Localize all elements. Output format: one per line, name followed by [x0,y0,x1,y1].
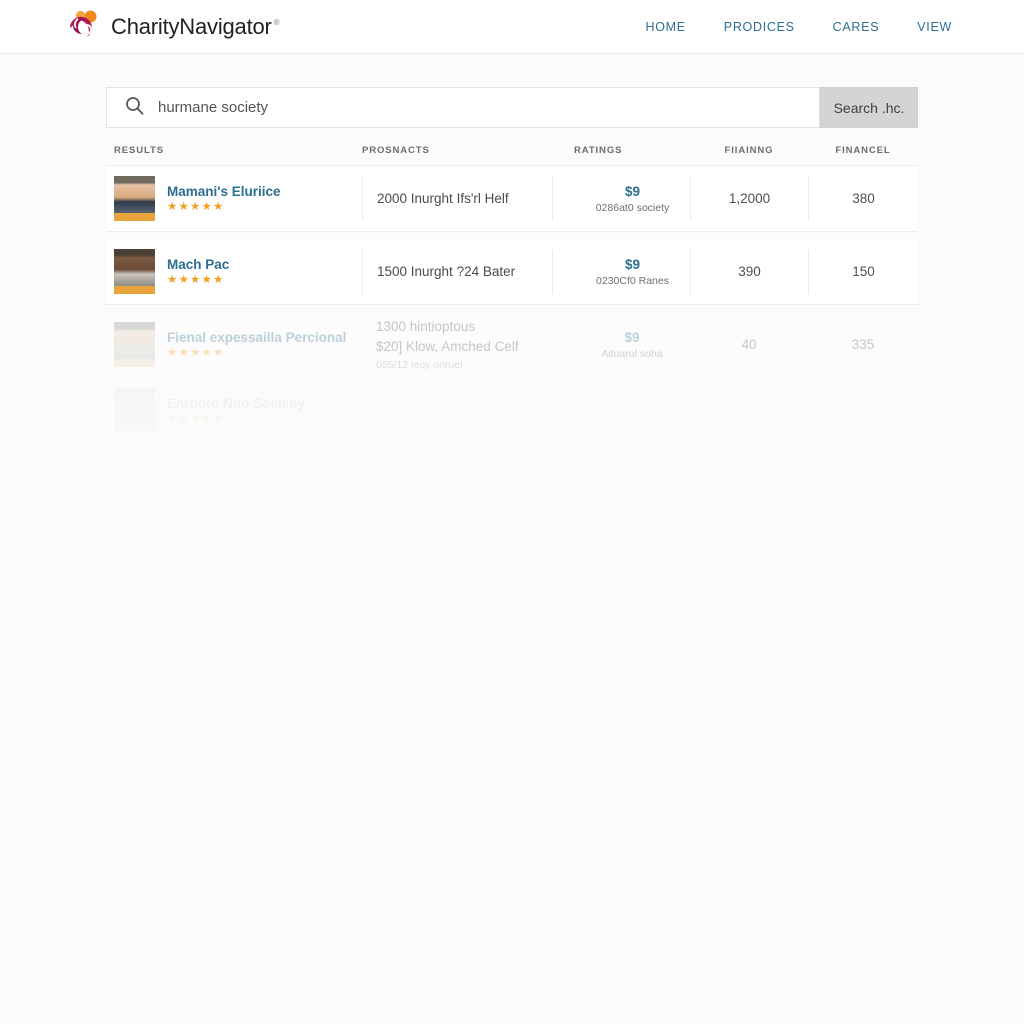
search-button[interactable]: Search .hc. [820,87,918,128]
financing-cell: 1,2000 [690,176,808,221]
table-header-row: RESULTS PROSNACTS RATINGS FIIAINNG FINAN… [106,136,918,166]
org-meta: Fienal expessailla Percional ★★★★★ [167,330,346,360]
prospect-text-line2: $20] Klow, Amched Celf [376,338,519,354]
rating-cell: $9 Aituarol soha [552,330,690,360]
nav-item-prodices[interactable]: PRODICES [724,20,795,34]
brand-title-part1: Charity [111,13,180,39]
star-rating-icon: ★★★★★ [167,412,225,425]
avatar-badge-band [114,213,155,221]
star-rating-icon: ★★★★★ [167,273,225,286]
financing-cell: 390 [690,249,808,294]
site-header: CharityNavigator ® HOME PRODICES CARES VI… [0,0,1024,54]
financial-cell: 335 [851,337,875,352]
page-root: CharityNavigator ® HOME PRODICES CARES VI… [0,0,1024,1024]
results-table: RESULTS PROSNACTS RATINGS FIIAINNG FINAN… [106,136,918,444]
main-navigation: HOME PRODICES CARES VIEW [645,20,952,34]
star-rating-icon: ★★★★★ [167,200,225,213]
rating-cell: $9 0230Cf0 Ranes [552,249,690,294]
financing-cell: 40 [741,337,757,352]
nav-item-home[interactable]: HOME [645,20,685,34]
avatar [114,176,155,221]
table-row[interactable]: Fienal expessailla Percional ★★★★★ 1300 … [106,312,918,378]
rating-value: $9 [624,183,641,199]
rating-subtext: 0230Cf0 Ranes [596,274,669,287]
avatar-badge-band [114,286,155,294]
org-name-link[interactable]: Mach Pac [167,257,229,272]
result-org-cell[interactable]: Mach Pac ★★★★★ [106,249,362,294]
table-row[interactable]: Ehrnoro Nuo Socieby ★★★★★ [106,378,918,444]
prospect-text: 2000 Inurght Ifs'rl Helf [377,191,509,206]
rating-cell: $9 0286at0 society [552,176,690,221]
avatar [114,388,155,433]
table-row[interactable]: Mamani's Eluriice ★★★★★ 2000 Inurght Ifs… [106,166,918,232]
star-rating-icon: ★★★★★ [167,346,225,359]
table-row[interactable]: Mach Pac ★★★★★ 1500 Inurght ?24 Bater $9… [106,239,918,305]
rating-value: $9 [624,256,641,272]
brand-trademark: ® [273,18,280,28]
financial-cell: 380 [808,176,918,221]
rating-subtext: 0286at0 society [595,201,670,214]
column-header-ratings: RATINGS [574,145,623,156]
column-header-prospects: PROSNACTS [362,145,430,156]
search-input[interactable] [158,99,819,116]
brand-title: CharityNavigator ® [111,13,280,40]
rating-value: $9 [624,329,640,345]
prospect-text: 1300 hintioptous [376,318,476,334]
org-meta: Mach Pac ★★★★★ [167,257,229,287]
financial-cell: 150 [808,249,918,294]
brand-logo[interactable]: CharityNavigator ® [64,8,280,46]
org-name-link[interactable]: Ehrnoro Nuo Socieby [167,396,305,411]
prospect-cell: 1500 Inurght ?24 Bater [362,249,552,294]
org-name-link[interactable]: Mamani's Eluriice [167,184,281,199]
rating-cell [552,409,690,412]
avatar [114,249,155,294]
prospect-cell: 1300 hintioptous $20] Klow, Amched Celf … [362,319,552,371]
result-org-cell[interactable]: Mamani's Eluriice ★★★★★ [106,176,362,221]
charity-navigator-logo-icon [64,8,102,46]
search-icon [125,96,144,120]
result-org-cell[interactable]: Ehrnoro Nuo Socieby ★★★★★ [106,388,362,433]
search-bar: Search .hc. [106,87,918,128]
org-meta: Mamani's Eluriice ★★★★★ [167,184,281,214]
prospect-text: 1500 Inurght ?24 Bater [377,264,516,279]
column-header-financing: FIIAINNG [724,145,774,156]
column-header-results: RESULTS [114,145,164,156]
search-field-wrapper[interactable] [106,87,820,128]
nav-item-view[interactable]: VIEW [917,20,952,34]
nav-item-cares[interactable]: CARES [833,20,880,34]
org-name-link[interactable]: Fienal expessailla Percional [167,330,346,345]
avatar-badge-band [114,425,155,433]
org-meta: Ehrnoro Nuo Socieby ★★★★★ [167,396,305,426]
prospect-cell: 2000 Inurght Ifs'rl Helf [362,176,552,221]
result-org-cell[interactable]: Fienal expessailla Percional ★★★★★ [106,322,362,367]
avatar-badge-band [114,359,155,367]
avatar [114,322,155,367]
prospect-text-line3: 055/12 ieoy onruel [376,358,463,371]
column-header-financial: FINANCEL [835,145,891,156]
rating-subtext: Aituarol soha [601,347,663,360]
brand-title-part2: Navigator [179,13,272,39]
